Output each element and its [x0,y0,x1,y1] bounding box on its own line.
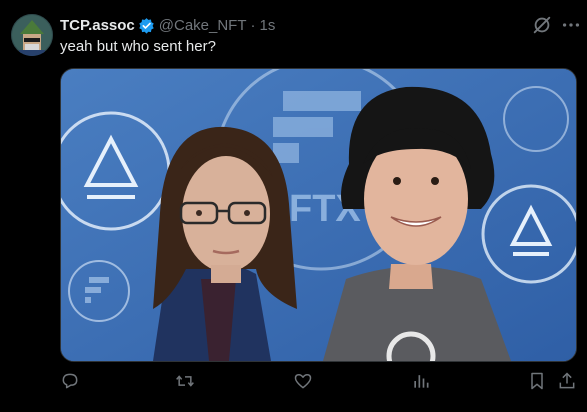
tweet[interactable]: TCP.assoc @Cake_NFT · 1s yeah but who se… [0,0,587,412]
verified-badge-icon [138,17,155,34]
like-icon[interactable] [293,371,313,391]
avatar[interactable] [11,14,53,56]
views-icon[interactable] [411,371,431,391]
grok-icon[interactable] [531,14,553,36]
repost-icon[interactable] [175,371,195,391]
bookmark-icon[interactable] [527,371,547,391]
tweet-media-image[interactable]: FTX [60,68,577,362]
more-options-icon[interactable] [560,14,582,36]
reply-icon[interactable] [60,371,80,391]
action-bar [0,371,587,395]
display-name[interactable]: TCP.assoc [60,17,135,34]
share-icon[interactable] [557,371,577,391]
tweet-text: yeah but who sent her? [60,38,216,55]
handle[interactable]: @Cake_NFT [159,17,247,34]
separator-dot: · [250,16,256,34]
timestamp[interactable]: 1s [260,17,276,34]
tweet-header: TCP.assoc @Cake_NFT · 1s [60,15,275,35]
